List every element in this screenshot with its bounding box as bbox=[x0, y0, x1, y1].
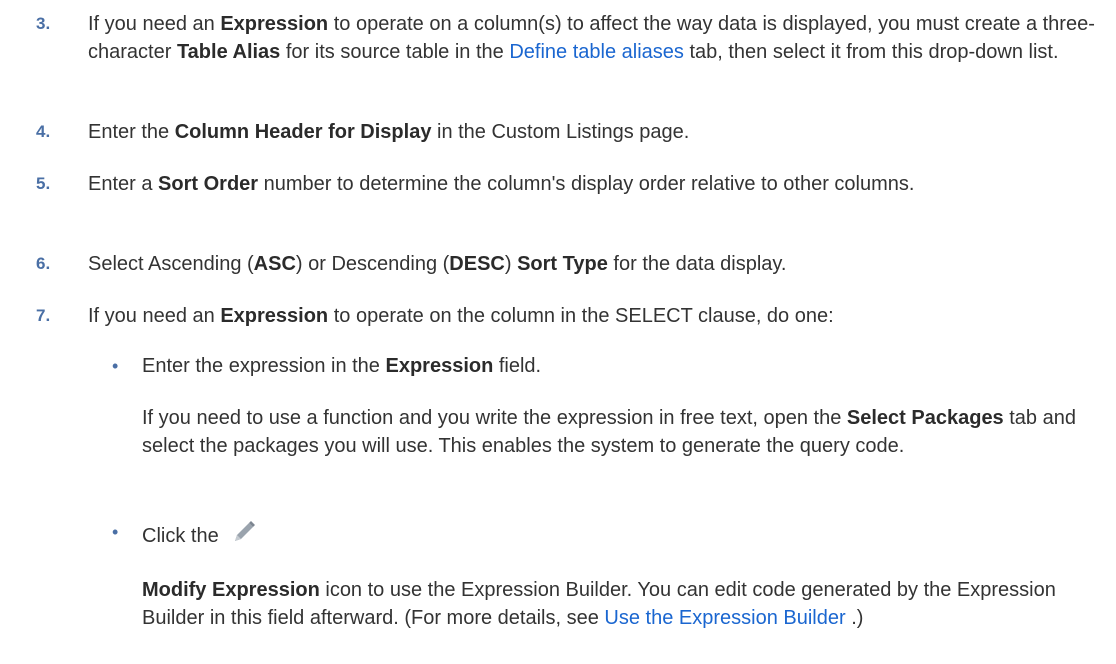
bullet-paragraph-text: Modify Expression icon to use the Expres… bbox=[142, 579, 1056, 629]
pencil-icon[interactable] bbox=[230, 518, 258, 546]
bullet-paragraph-text: If you need to use a function and you wr… bbox=[142, 407, 1076, 457]
step-number: 3. bbox=[36, 14, 51, 33]
step-text: Select Ascending (ASC) or Descending (DE… bbox=[88, 253, 787, 275]
step-number: 4. bbox=[36, 122, 51, 141]
step-text: Enter a Sort Order number to determine t… bbox=[88, 173, 915, 195]
step-number: 7. bbox=[36, 306, 51, 325]
bullet-text: Click the bbox=[142, 518, 1102, 550]
bullet-text: Enter the expression in the Expression f… bbox=[142, 355, 542, 377]
step-text: If you need an Expression to operate on … bbox=[88, 305, 834, 327]
use-expression-builder-link[interactable]: Use the Expression Builder bbox=[604, 607, 845, 629]
document-page: 3. If you need an Expression to operate … bbox=[0, 0, 1116, 664]
step-number: 5. bbox=[36, 174, 51, 193]
bullet-marker: • bbox=[112, 356, 119, 376]
bullet-marker: • bbox=[112, 522, 119, 542]
step-number: 6. bbox=[36, 254, 51, 273]
define-table-aliases-link[interactable]: Define table aliases bbox=[509, 41, 684, 63]
step-text: Enter the Column Header for Display in t… bbox=[88, 121, 690, 143]
step-text: If you need an Expression to operate on … bbox=[88, 13, 1095, 63]
